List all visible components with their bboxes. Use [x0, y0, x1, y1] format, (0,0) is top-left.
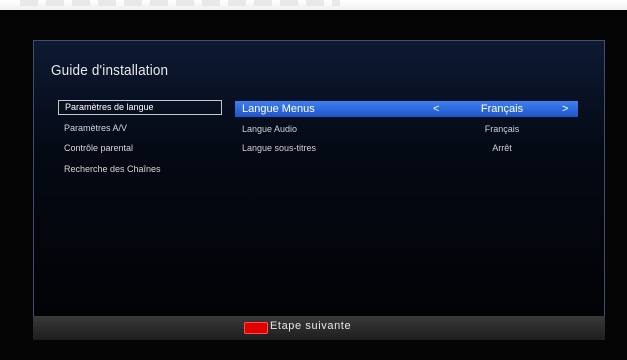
page-title: Guide d'installation — [51, 62, 169, 79]
setting-row-menu-language[interactable]: Langue Menus < Français > — [235, 101, 578, 117]
next-step-label[interactable]: Etape suivante — [270, 320, 351, 332]
setting-label: Langue Audio — [242, 124, 298, 134]
setting-row-subtitle-language[interactable]: Langue sous-titres Arrêt — [235, 140, 578, 156]
menu-item-parental-control[interactable]: Contrôle parental — [58, 141, 222, 156]
menu-item-channel-search[interactable]: Recherche des Chaînes — [58, 162, 222, 177]
menu-item-av-settings[interactable]: Paramètres A/V — [58, 121, 222, 136]
setting-label: Langue Menus — [242, 103, 315, 115]
top-margin — [0, 0, 627, 10]
setting-value: Français — [484, 124, 520, 134]
setting-row-audio-language[interactable]: Langue Audio Français — [235, 121, 578, 137]
top-edge-artifact — [20, 0, 340, 6]
menu-item-language-settings[interactable]: Paramètres de langue — [58, 100, 222, 115]
red-key-icon[interactable] — [244, 322, 268, 334]
setting-label: Langue sous-titres — [242, 143, 317, 153]
setting-value: Français — [480, 103, 524, 115]
installation-panel — [33, 40, 605, 316]
chevron-left-icon[interactable]: < — [433, 101, 439, 117]
chevron-right-icon[interactable]: > — [562, 101, 568, 117]
setting-value: Arrêt — [492, 143, 512, 153]
